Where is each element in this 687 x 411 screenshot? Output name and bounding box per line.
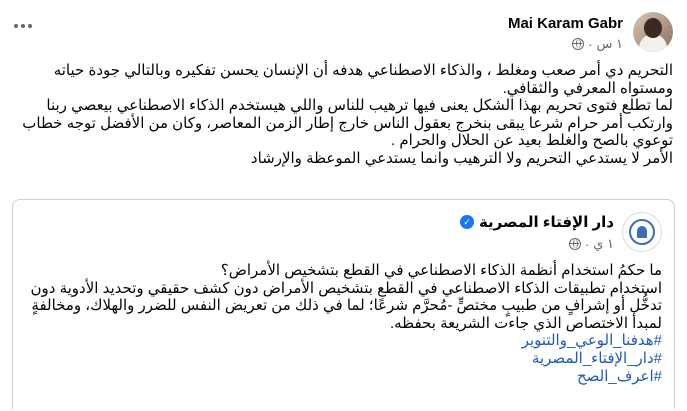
globe-icon[interactable] [572, 38, 585, 50]
page-name-row: دار الإفتاء المصرية ✓ [459, 213, 614, 231]
dot [21, 24, 25, 28]
dot [28, 24, 32, 28]
post-paragraph: الأمر لا يستدعي التحريم ولا الترهيب وانم… [250, 149, 673, 167]
post-meta: ١ س · [508, 36, 623, 52]
post-header: Mai Karam Gabr ١ س · [508, 12, 673, 52]
shared-header-meta: دار الإفتاء المصرية ✓ ١ ي · [459, 212, 614, 252]
post-header-meta: Mai Karam Gabr ١ س · [508, 12, 623, 52]
hashtag-link[interactable]: #اعرف_الصح [23, 368, 662, 386]
facebook-post: Mai Karam Gabr ١ س · التحريم دي أمر صعب … [0, 0, 687, 411]
page-name[interactable]: دار الإفتاء المصرية [479, 213, 614, 231]
shared-post-card[interactable]: دار الإفتاء المصرية ✓ ١ ي · ما حكمُ استخ… [12, 199, 675, 409]
post-time[interactable]: ١ س [597, 36, 623, 52]
logo-mark [637, 226, 647, 238]
page-avatar[interactable] [622, 212, 662, 252]
page-logo-icon [629, 219, 655, 245]
shared-question: ما حكمُ استخدام أنظمة الذكاء الاصطناعي ف… [220, 262, 662, 279]
ellipsis-icon[interactable] [12, 19, 34, 33]
dot [14, 24, 18, 28]
post-paragraph: لما تطلع فتوى تحريم بهذا الشكل يعنى فيها… [18, 97, 673, 150]
shared-post-time[interactable]: ١ ي [593, 236, 614, 252]
author-avatar[interactable] [633, 12, 673, 52]
post-paragraph: التحريم دي أمر صعب ومغلط ، والذكاء الاصط… [49, 62, 673, 97]
shared-post-meta: ١ ي · [460, 236, 614, 252]
shared-answer: استخدام تطبيقات الذكاء الاصطناعي في القط… [30, 279, 662, 332]
meta-separator: · [588, 36, 593, 52]
hashtag-link[interactable]: #دار_الإفتاء_المصرية [23, 350, 662, 368]
globe-icon[interactable] [568, 238, 581, 250]
verified-badge-icon: ✓ [459, 215, 474, 229]
post-text: التحريم دي أمر صعب ومغلط ، والذكاء الاصط… [12, 62, 673, 168]
shared-post-text: ما حكمُ استخدام أنظمة الذكاء الاصطناعي ف… [23, 262, 662, 385]
shared-post-header: دار الإفتاء المصرية ✓ ١ ي · [459, 212, 662, 252]
author-name[interactable]: Mai Karam Gabr [508, 15, 623, 32]
hashtag-link[interactable]: #هدفنا_الوعي_والتنوير [23, 332, 662, 350]
meta-separator: · [584, 236, 590, 252]
